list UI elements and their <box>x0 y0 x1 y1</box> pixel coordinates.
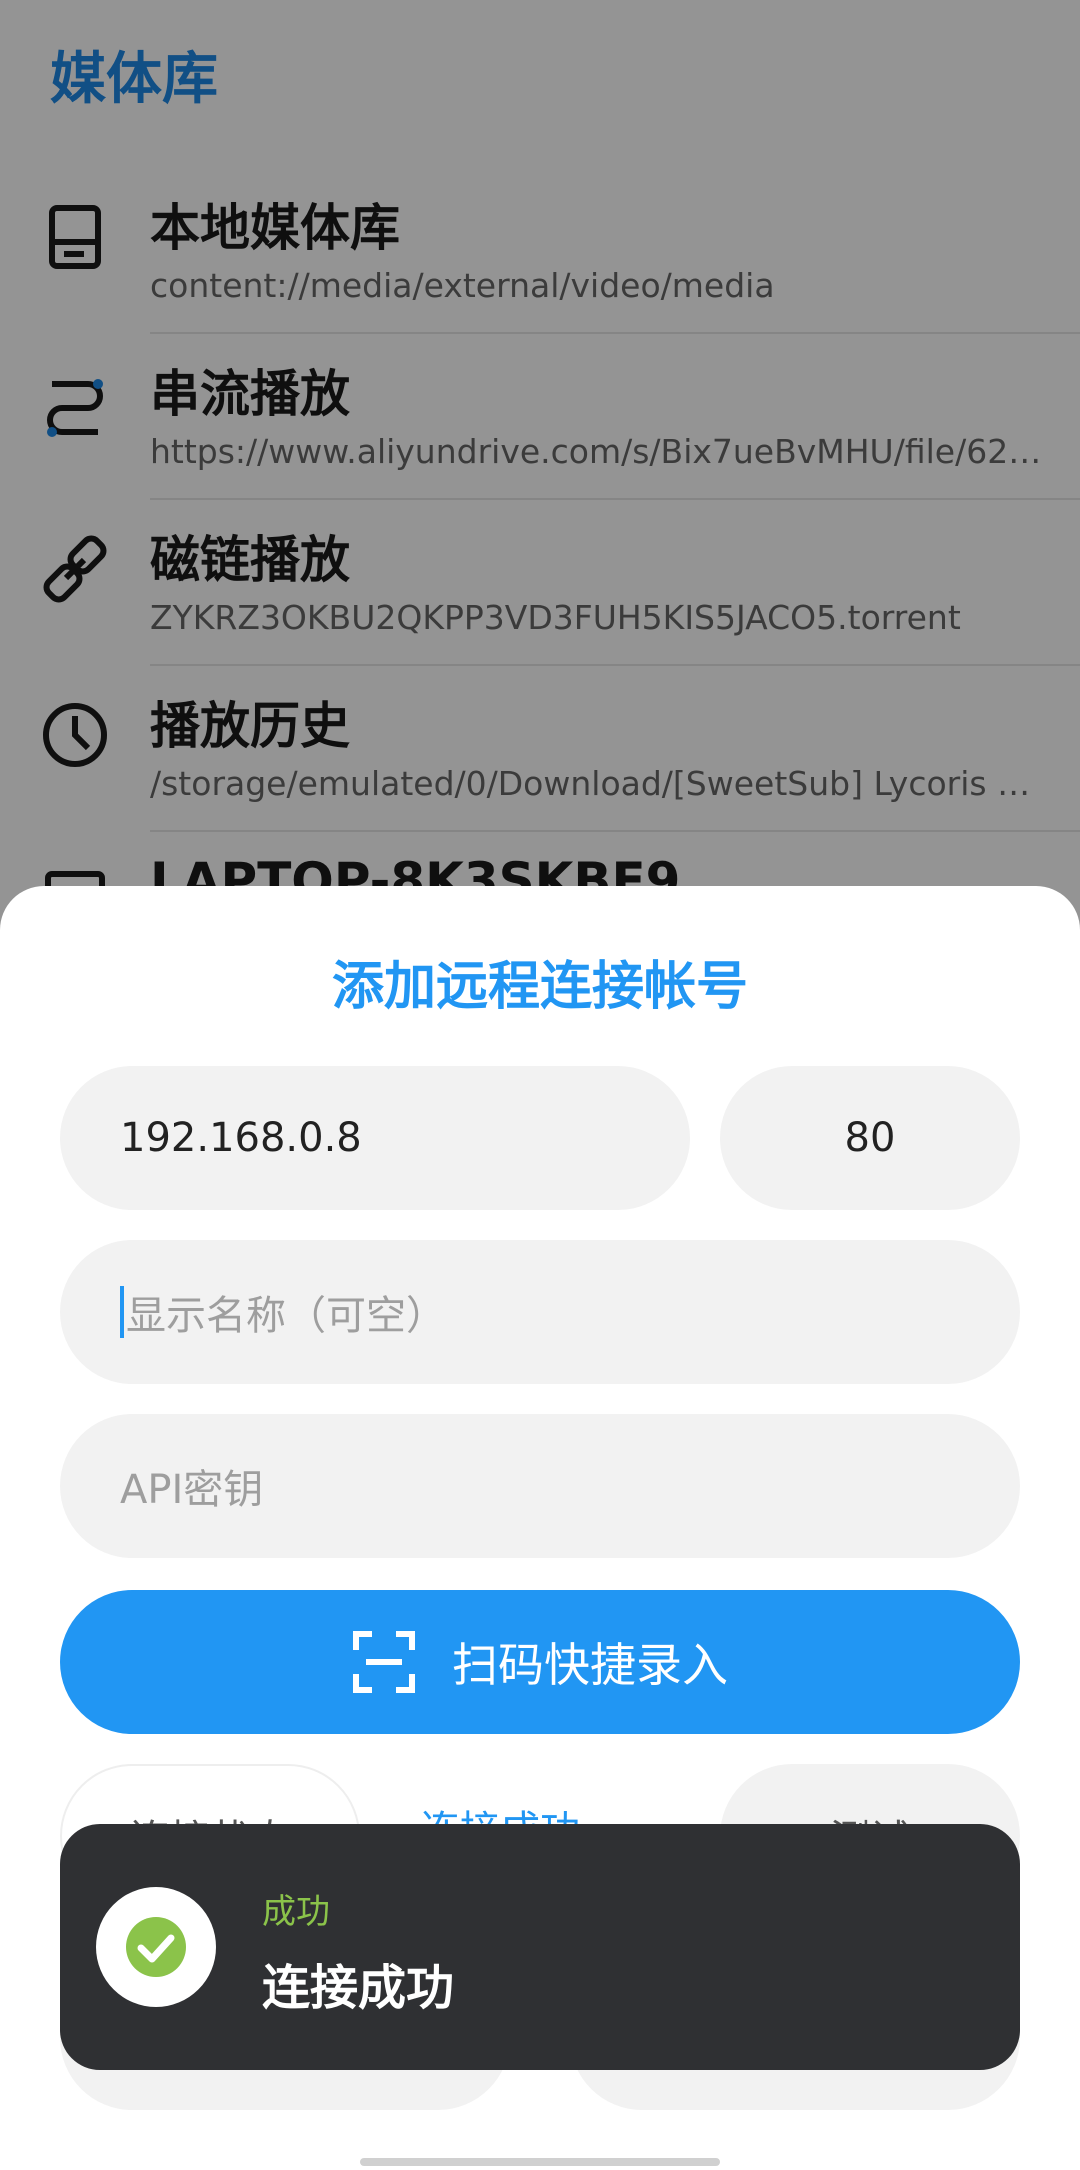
ip-address-value: 192.168.0.8 <box>120 1115 362 1161</box>
text-cursor <box>120 1286 124 1338</box>
scan-icon <box>353 1631 415 1693</box>
home-indicator[interactable] <box>360 2158 720 2166</box>
display-name-input[interactable]: 显示名称（可空） <box>60 1240 1020 1384</box>
toast-message: 连接成功 <box>262 1960 455 2016</box>
port-value: 80 <box>844 1115 896 1161</box>
success-toast: 成功 连接成功 <box>60 1824 1020 2070</box>
api-key-input[interactable]: API密钥 <box>60 1414 1020 1558</box>
ip-address-input[interactable]: 192.168.0.8 <box>60 1066 690 1210</box>
scan-button-label: 扫码快捷录入 <box>452 1638 728 1692</box>
scan-qr-button[interactable]: 扫码快捷录入 <box>60 1590 1020 1734</box>
display-name-placeholder: 显示名称（可空） <box>126 1293 446 1339</box>
sheet-title: 添加远程连接帐号 <box>331 957 748 1017</box>
api-key-placeholder: API密钥 <box>120 1467 264 1513</box>
toast-icon-background <box>96 1887 216 2007</box>
check-circle-icon <box>126 1917 186 1977</box>
toast-label: 成功 <box>262 1892 330 1932</box>
port-input[interactable]: 80 <box>720 1066 1020 1210</box>
